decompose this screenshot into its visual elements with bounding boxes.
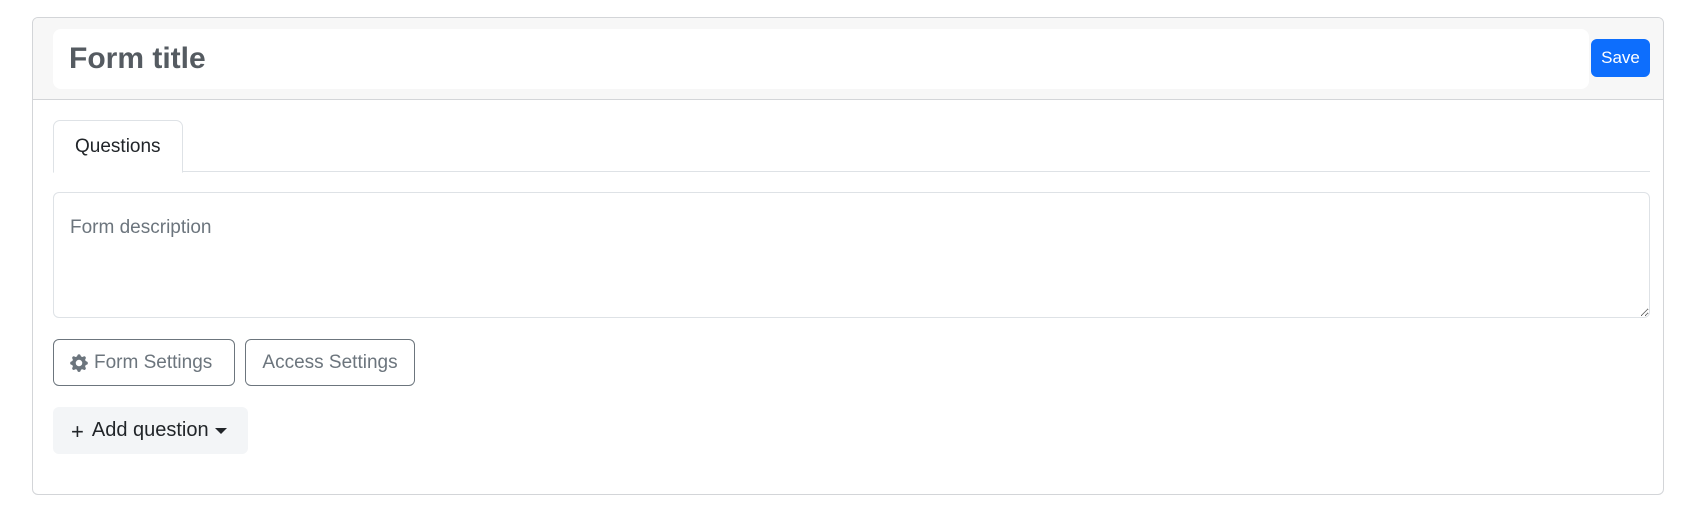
form-body: Questions Form Settings Access Settings … <box>33 100 1663 494</box>
tab-questions[interactable]: Questions <box>53 120 183 173</box>
save-button[interactable]: Save <box>1591 39 1650 77</box>
form-settings-label: Form Settings <box>94 351 213 373</box>
gear-icon <box>70 353 88 372</box>
form-card: Save Questions Form Settings Access Sett… <box>32 17 1664 495</box>
form-description-input[interactable] <box>53 192 1650 318</box>
add-question-label: Add question <box>91 419 209 441</box>
caret-down-icon <box>214 427 227 434</box>
add-question-dropdown-button[interactable]: + Add question <box>53 407 248 454</box>
form-settings-button[interactable]: Form Settings <box>53 339 235 386</box>
tab-bar: Questions <box>53 120 1650 173</box>
form-title-input[interactable] <box>53 29 1589 89</box>
form-header: Save <box>33 18 1663 100</box>
access-settings-button[interactable]: Access Settings <box>245 339 415 386</box>
plus-icon: + <box>71 418 84 444</box>
